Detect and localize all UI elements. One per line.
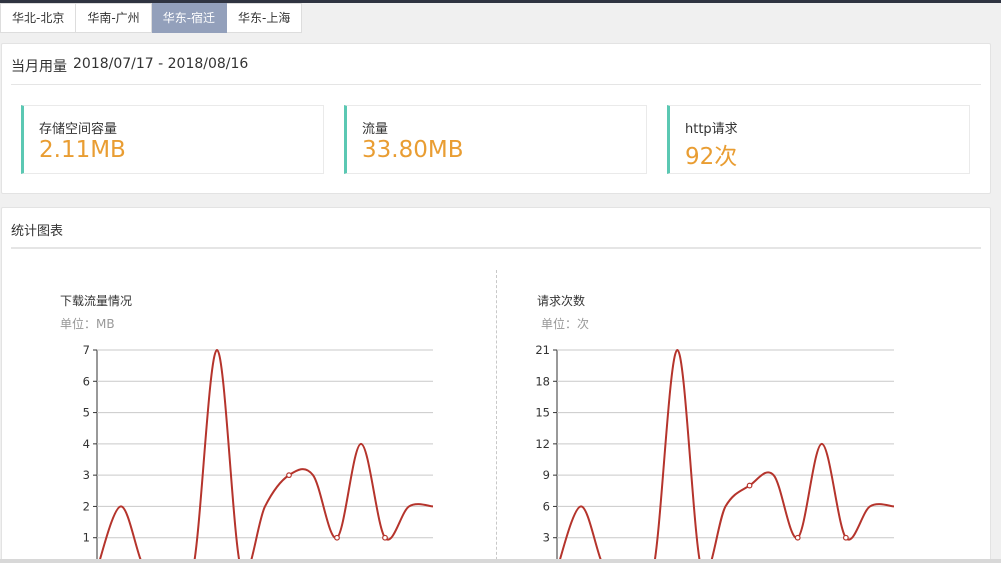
y-tick-label: 21 <box>535 343 550 357</box>
y-tick-label: 3 <box>543 531 550 545</box>
y-tick-label: 6 <box>543 499 550 513</box>
horizontal-scrollbar[interactable] <box>0 559 1001 563</box>
data-point <box>746 482 753 489</box>
y-tick-label: 18 <box>535 374 550 388</box>
request-count-chart: 3 6 9 12 15 18 21 <box>535 343 895 563</box>
data-point <box>842 534 849 541</box>
y-tick-label: 9 <box>543 468 550 482</box>
y-tick-label: 15 <box>535 406 550 420</box>
y-tick-label: 12 <box>535 437 550 451</box>
data-point <box>794 534 801 541</box>
series-line <box>557 348 895 563</box>
